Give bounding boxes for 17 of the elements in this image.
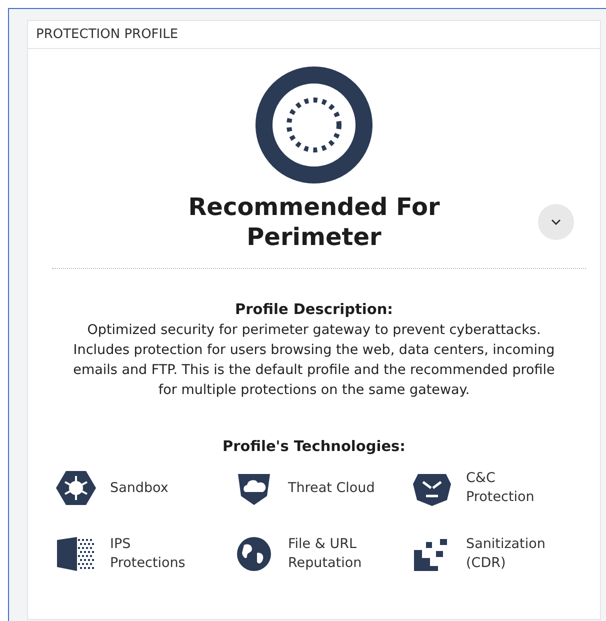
technology-label: C&C Protection: [466, 469, 536, 507]
description-text: Optimized security for perimeter gateway to prevent cyberattacks. Includes protection for users browsing the web, data centers, incoming emails and FTP. This is the default profile and the recommended profile for multiple protections on the same gateway.: [72, 321, 556, 400]
technology-label: Sanitization (CDR): [466, 535, 546, 573]
technologies-heading: Profile's Technologies:: [222, 439, 406, 455]
description-heading: Profile Description:: [234, 302, 394, 318]
technology-label: File & URL Reputation: [288, 535, 363, 573]
wall-icon: [56, 536, 96, 572]
chevron-down-icon: [551, 219, 561, 225]
dropdown-button[interactable]: [538, 204, 574, 240]
technology-label: IPS Protections: [110, 535, 186, 573]
globe-icon: [234, 536, 274, 572]
profile-name: Recommended For Perimeter: [187, 192, 441, 252]
technology-label: Sandbox: [110, 478, 170, 498]
technology-label: Threat Cloud: [288, 478, 376, 498]
virus-hexagon-icon: [56, 470, 96, 506]
panel-title: PROTECTION PROFILE: [28, 21, 600, 49]
ring-icon: [255, 66, 373, 184]
